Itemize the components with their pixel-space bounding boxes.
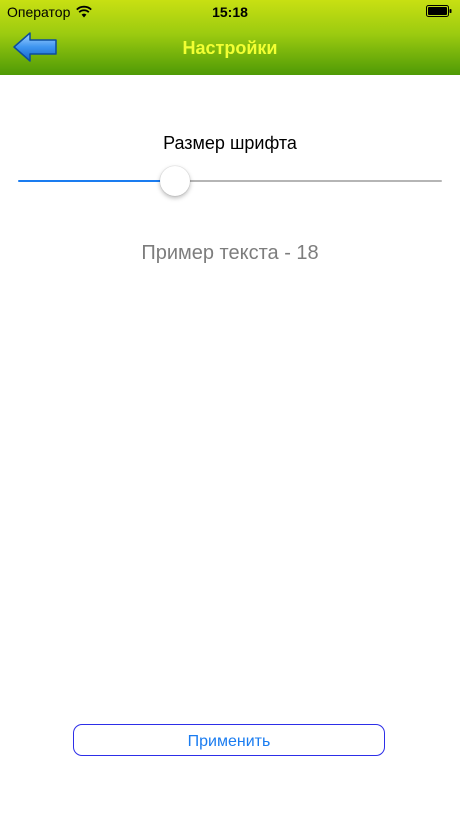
slider-max-track [174, 180, 442, 182]
battery-icon [426, 5, 452, 17]
navigation-header: Оператор 15:18 Настройки [0, 0, 460, 75]
slider-min-track [18, 180, 175, 182]
font-size-label: Размер шрифта [163, 133, 297, 153]
page-title: Настройки [182, 38, 278, 58]
font-preview-text: Пример текста - 18 [141, 242, 319, 264]
slider-thumb[interactable] [159, 166, 190, 196]
status-bar: Оператор 15:18 [0, 0, 460, 24]
font-size-slider[interactable] [18, 165, 442, 197]
apply-button[interactable]: Применить [73, 724, 385, 756]
status-time: 15:18 [212, 4, 248, 20]
